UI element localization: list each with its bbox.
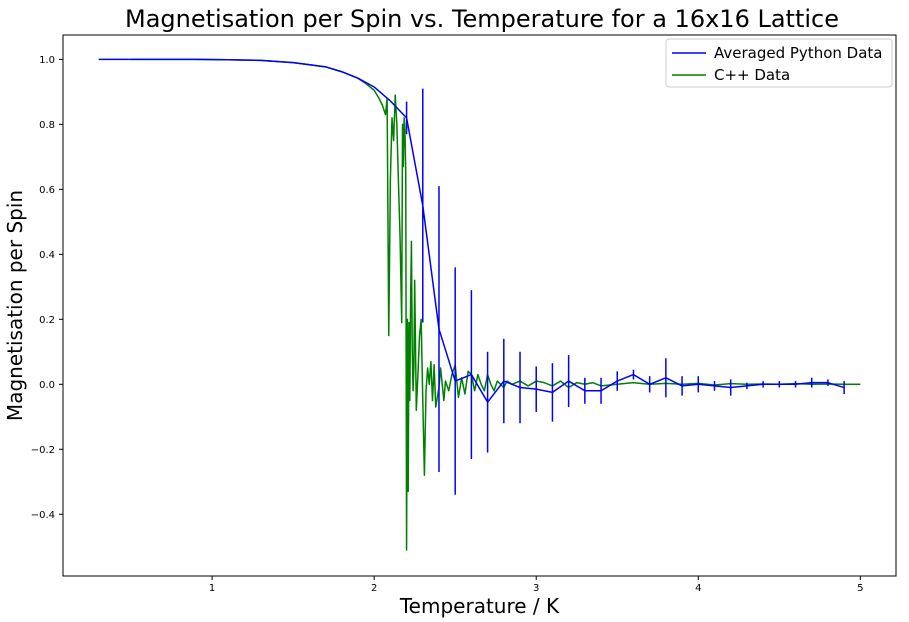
axis-ticks: 1 2 3 4 5 −0.4 −0.2 0.0 0.2 0.4 0.6 0.8 1.0 — [31, 55, 864, 594]
chart-title: Magnetisation per Spin vs. Temperature f… — [125, 5, 839, 33]
chart: Magnetisation per Spin vs. Temperature f… — [3, 5, 897, 618]
y-tick-label-2: 0.0 — [39, 380, 55, 391]
x-axis-label: Temperature / K — [399, 594, 560, 618]
y-axis-label: Magnetisation per Spin — [3, 190, 27, 421]
y-tick-label-0: −0.4 — [31, 510, 55, 521]
x-tick-label-3: 4 — [695, 583, 701, 594]
axes-frame — [62, 34, 897, 577]
y-tick-label-4: 0.4 — [39, 250, 55, 261]
x-tick-label-2: 3 — [533, 583, 539, 594]
x-tick-label-1: 2 — [371, 583, 377, 594]
y-tick-label-5: 0.6 — [39, 185, 55, 196]
y-tick-label-1: −0.2 — [31, 445, 55, 456]
y-tick-label-6: 0.8 — [39, 120, 55, 131]
legend: Averaged Python Data C++ Data — [665, 38, 893, 88]
legend-entry-cpp: C++ Data — [714, 66, 790, 84]
x-tick-label-0: 1 — [209, 583, 215, 594]
series-line-cpp — [131, 58, 861, 551]
x-tick-label-4: 5 — [857, 583, 863, 594]
legend-entry-python: Averaged Python Data — [714, 44, 882, 62]
y-tick-label-7: 1.0 — [39, 55, 55, 66]
y-tick-label-3: 0.2 — [39, 315, 55, 326]
plot-area — [98, 58, 861, 551]
